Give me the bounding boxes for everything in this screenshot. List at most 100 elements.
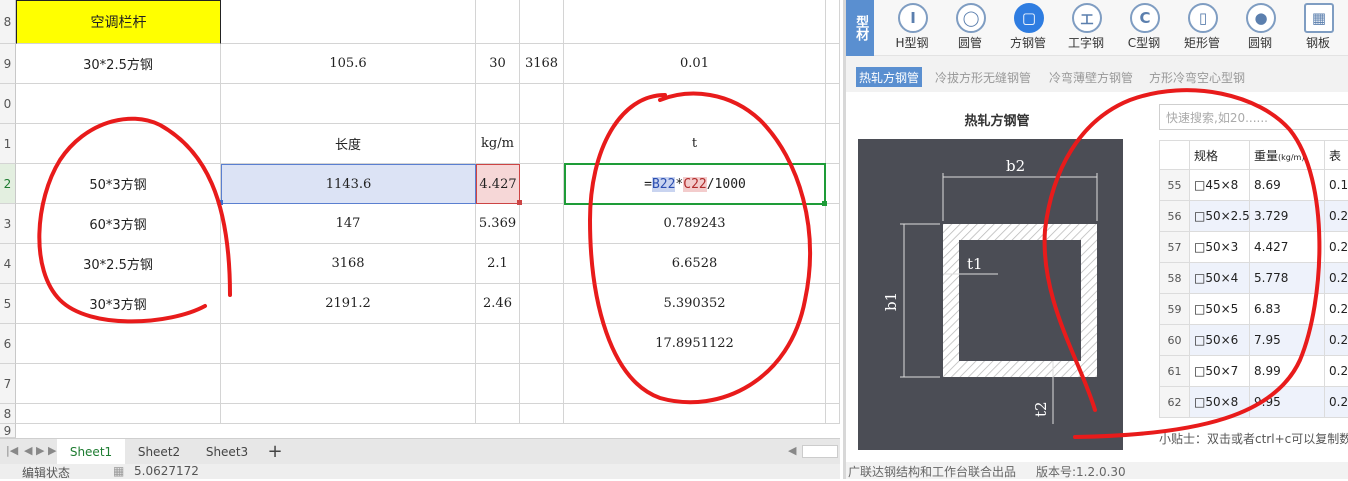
row-header[interactable]: 7 bbox=[0, 364, 16, 404]
table-row[interactable]: 56□50×2.53.7290.2 bbox=[1160, 201, 1348, 232]
cell-spec[interactable]: 30*2.5方钢 bbox=[16, 244, 221, 284]
cell[interactable] bbox=[520, 284, 564, 324]
tool-round-bar[interactable]: ● 圆钢 bbox=[1232, 0, 1288, 56]
cell-spec[interactable]: 50*3方钢 bbox=[16, 164, 221, 204]
cell[interactable] bbox=[564, 364, 826, 404]
cell[interactable] bbox=[564, 84, 826, 124]
cell-total-tons[interactable]: 17.8951122 bbox=[564, 324, 826, 364]
tool-i-beam[interactable]: 工 工字钢 bbox=[1058, 0, 1114, 56]
scroll-left-icon[interactable]: ◀ bbox=[788, 444, 796, 457]
cell[interactable] bbox=[564, 404, 826, 424]
cell-length[interactable]: 2191.2 bbox=[221, 284, 476, 324]
weight-cell[interactable]: 8.99 bbox=[1250, 356, 1325, 387]
weight-cell[interactable]: 5.778 bbox=[1250, 263, 1325, 294]
cell[interactable] bbox=[826, 164, 840, 204]
tool-rect-pipe[interactable]: ▯ 矩形管 bbox=[1174, 0, 1230, 56]
cell[interactable] bbox=[520, 244, 564, 284]
cell-length[interactable]: 147 bbox=[221, 204, 476, 244]
subtab-hot-rolled[interactable]: 热轧方钢管 bbox=[856, 67, 922, 87]
row-header[interactable]: 3 bbox=[0, 204, 16, 244]
cell-title-yellow[interactable]: 空调栏杆 bbox=[16, 0, 221, 44]
weight-cell[interactable]: 4.427 bbox=[1250, 232, 1325, 263]
cell[interactable] bbox=[16, 404, 221, 424]
cell[interactable] bbox=[16, 364, 221, 404]
cell[interactable] bbox=[476, 324, 520, 364]
sheet-tab-sheet2[interactable]: Sheet2 bbox=[127, 439, 191, 464]
spec-cell[interactable]: □45×8 bbox=[1190, 170, 1250, 201]
spec-cell[interactable]: □50×5 bbox=[1190, 294, 1250, 325]
first-sheet-icon[interactable]: |◀ bbox=[6, 444, 18, 457]
cell[interactable] bbox=[826, 124, 840, 164]
row-header[interactable]: 8 bbox=[0, 404, 16, 424]
table-row[interactable]: 55□45×88.690.18 bbox=[1160, 170, 1348, 201]
area-cell[interactable]: 0.2 bbox=[1325, 356, 1348, 387]
col-spec[interactable]: 规格 bbox=[1190, 141, 1250, 170]
cell[interactable] bbox=[520, 404, 564, 424]
cell[interactable] bbox=[16, 324, 221, 364]
header-kg-per-m[interactable]: kg/m bbox=[476, 124, 520, 164]
area-cell[interactable]: 0.2 bbox=[1325, 387, 1348, 418]
cell[interactable] bbox=[520, 84, 564, 124]
cell[interactable] bbox=[826, 204, 840, 244]
spec-cell[interactable]: □50×6 bbox=[1190, 325, 1250, 356]
cell[interactable] bbox=[476, 364, 520, 404]
row-header[interactable]: 9 bbox=[0, 424, 16, 438]
cell-spec[interactable]: 30*3方钢 bbox=[16, 284, 221, 324]
cell[interactable] bbox=[476, 404, 520, 424]
tool-square-pipe[interactable]: ▢ 方钢管 bbox=[1000, 0, 1056, 56]
prev-sheet-icon[interactable]: ◀ bbox=[24, 444, 32, 457]
fill-handle[interactable] bbox=[517, 200, 522, 205]
cell-weight[interactable]: 2.1 bbox=[476, 244, 520, 284]
cell-tons[interactable]: 5.390352 bbox=[564, 284, 826, 324]
col-area[interactable]: 表 bbox=[1325, 141, 1348, 170]
sheet-tab-sheet1[interactable]: Sheet1 bbox=[57, 439, 125, 466]
cell[interactable] bbox=[826, 44, 840, 84]
cell[interactable] bbox=[520, 204, 564, 244]
fill-handle[interactable] bbox=[218, 200, 223, 205]
cell[interactable] bbox=[826, 244, 840, 284]
cell-spec[interactable]: 60*3方钢 bbox=[16, 204, 221, 244]
cell-length[interactable]: 3168 bbox=[221, 244, 476, 284]
row-header-active[interactable]: 2 bbox=[0, 164, 16, 204]
area-cell[interactable]: 0.2 bbox=[1325, 263, 1348, 294]
sheet-tab-sheet3[interactable]: Sheet3 bbox=[193, 439, 261, 464]
cell-tons[interactable]: 0.789243 bbox=[564, 204, 826, 244]
cell[interactable] bbox=[826, 284, 840, 324]
area-cell[interactable]: 0.2 bbox=[1325, 294, 1348, 325]
cell-value[interactable]: 3168 bbox=[520, 44, 564, 84]
weight-cell[interactable]: 7.95 bbox=[1250, 325, 1325, 356]
table-row[interactable]: 62□50×89.950.2 bbox=[1160, 387, 1348, 418]
cell[interactable] bbox=[221, 324, 476, 364]
subtab-cold-drawn[interactable]: 冷拔方形无缝钢管 bbox=[932, 67, 1034, 87]
cell-formula-editing[interactable]: =B22*C22/1000 bbox=[564, 163, 826, 205]
cell-length[interactable]: 105.6 bbox=[221, 44, 476, 84]
cell[interactable] bbox=[221, 364, 476, 404]
table-row[interactable]: 60□50×67.950.2 bbox=[1160, 325, 1348, 356]
cell[interactable] bbox=[221, 84, 476, 124]
tool-c-channel[interactable]: C C型钢 bbox=[1116, 0, 1172, 56]
row-header[interactable]: 1 bbox=[0, 124, 16, 164]
cell-weight-referenced[interactable]: 4.427 bbox=[476, 164, 520, 204]
cell-tons[interactable]: 0.01 bbox=[564, 44, 826, 84]
cell[interactable] bbox=[16, 124, 221, 164]
tool-steel-plate[interactable]: ▦ 钢板 bbox=[1290, 0, 1346, 56]
cell-tons[interactable]: 6.6528 bbox=[564, 244, 826, 284]
spec-cell[interactable]: □50×4 bbox=[1190, 263, 1250, 294]
cell[interactable] bbox=[564, 0, 826, 44]
cell[interactable] bbox=[221, 404, 476, 424]
tool-h-beam[interactable]: I H型钢 bbox=[884, 0, 940, 56]
spec-cell[interactable]: □50×3 bbox=[1190, 232, 1250, 263]
weight-cell[interactable]: 8.69 bbox=[1250, 170, 1325, 201]
cell[interactable] bbox=[520, 124, 564, 164]
area-cell[interactable]: 0.2 bbox=[1325, 201, 1348, 232]
table-row[interactable]: 59□50×56.830.2 bbox=[1160, 294, 1348, 325]
subtab-cold-bent-thin[interactable]: 冷弯薄壁方钢管 bbox=[1046, 67, 1136, 87]
cell[interactable] bbox=[476, 0, 520, 44]
cell-spec[interactable]: 30*2.5方钢 bbox=[16, 44, 221, 84]
cell[interactable] bbox=[520, 364, 564, 404]
spec-cell[interactable]: □50×7 bbox=[1190, 356, 1250, 387]
row-header[interactable]: 4 bbox=[0, 244, 16, 284]
row-header[interactable]: 5 bbox=[0, 284, 16, 324]
fill-handle[interactable] bbox=[822, 201, 827, 206]
table-row[interactable]: 57□50×34.4270.2 bbox=[1160, 232, 1348, 263]
